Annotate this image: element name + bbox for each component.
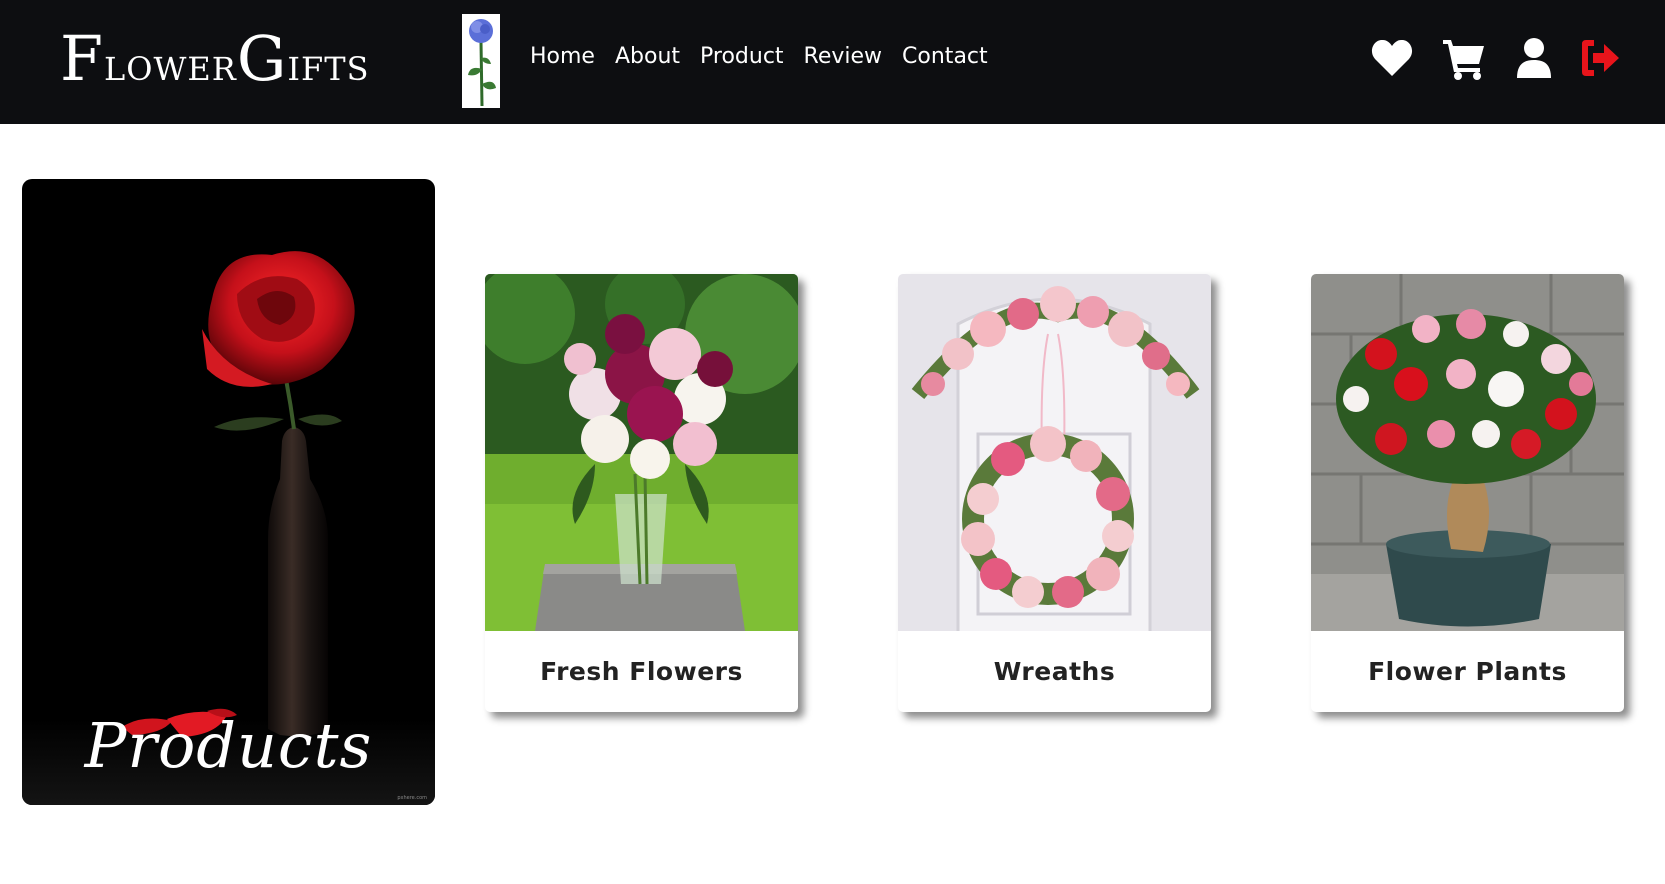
brand-letter-f: F [60,22,105,95]
fresh-flowers-image [485,274,798,631]
hero-title: Products [84,709,373,782]
brand-part-2: ifts [287,37,370,91]
watermark-text: pxhere.com [397,795,427,801]
nav-product-link[interactable]: Product [700,46,784,68]
category-card-wreaths[interactable]: Wreaths [898,274,1211,712]
nav-about-link[interactable]: About [615,46,680,68]
flower-plants-image [1311,274,1624,631]
header-icon-group [1370,36,1630,84]
user-icon[interactable] [1512,36,1556,80]
cart-icon[interactable] [1442,36,1486,80]
category-card-fresh-flowers[interactable]: Fresh Flowers [485,274,798,712]
nav-contact-link[interactable]: Contact [902,46,988,68]
category-card-flower-plants[interactable]: Flower Plants [1311,274,1624,712]
brand-letter-g: G [236,22,288,95]
rose-logo-image [462,14,500,108]
brand-part-1: lower [104,37,237,91]
top-navbar: FlowerGifts Home About Product Review Co… [0,0,1665,124]
logout-icon[interactable] [1578,36,1622,80]
card-label: Flower Plants [1368,657,1567,686]
card-label: Wreaths [993,657,1116,686]
wreaths-image [898,274,1211,631]
nav-home-link[interactable]: Home [530,46,595,68]
main-nav: Home About Product Review Contact [530,46,988,68]
products-hero-banner: pxhere.com Products [22,179,435,805]
heart-icon[interactable] [1370,36,1414,80]
nav-review-link[interactable]: Review [804,46,883,68]
card-label: Fresh Flowers [540,657,743,686]
brand-logo-text[interactable]: FlowerGifts [60,28,370,90]
